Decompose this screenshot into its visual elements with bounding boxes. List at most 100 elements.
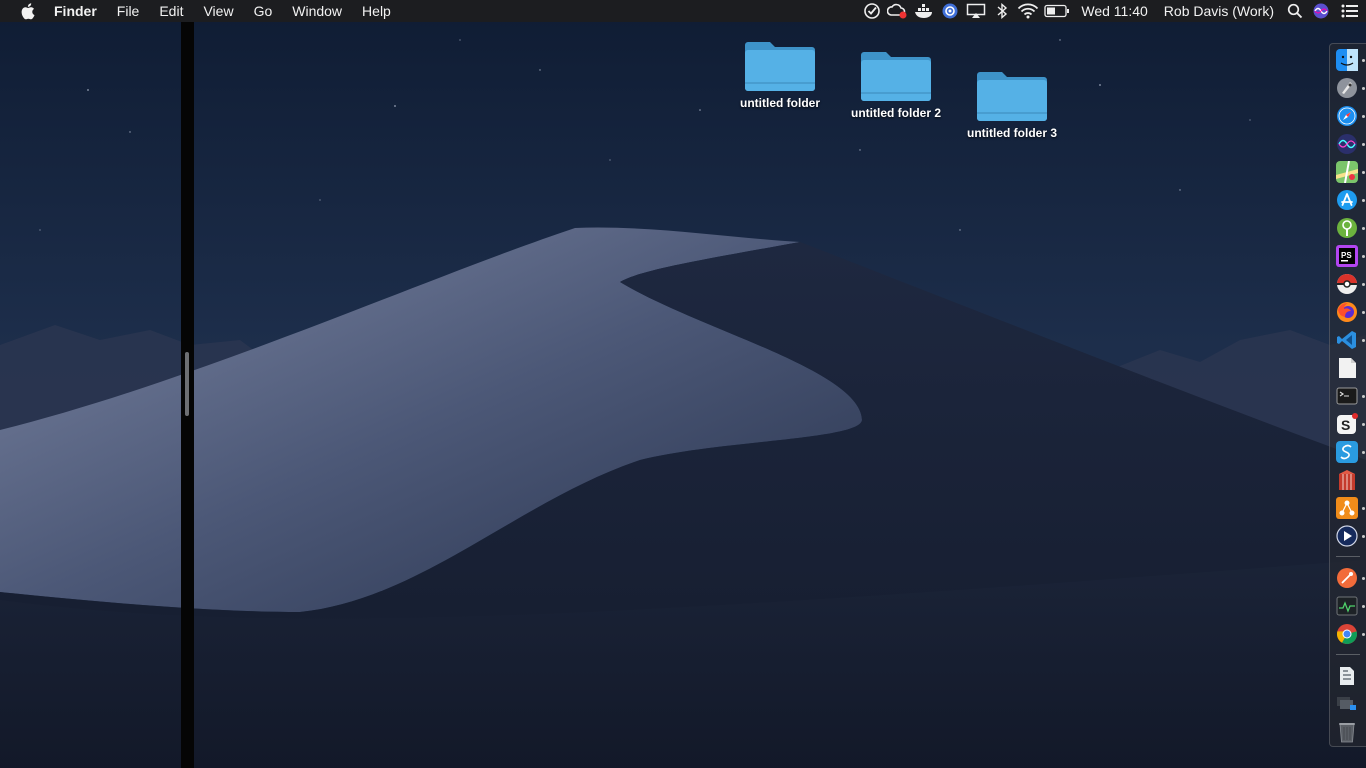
- running-indicator: [1362, 227, 1365, 230]
- dock-item-maps[interactable]: [1335, 160, 1359, 184]
- dock-item-share[interactable]: [1335, 496, 1359, 520]
- menu-go[interactable]: Go: [244, 0, 283, 22]
- bluetooth-icon[interactable]: [989, 0, 1015, 22]
- running-indicator: [1362, 535, 1365, 538]
- folder-icon: [745, 42, 815, 91]
- dock-item-postman[interactable]: [1335, 566, 1359, 590]
- dock-item-archive[interactable]: [1335, 468, 1359, 492]
- airplay-icon[interactable]: [963, 0, 989, 22]
- dock-item-chrome[interactable]: [1335, 622, 1359, 646]
- running-indicator: [1362, 283, 1365, 286]
- dock-item-trash[interactable]: [1335, 720, 1359, 744]
- running-indicator: [1362, 311, 1365, 314]
- running-indicator: [1362, 59, 1365, 62]
- running-indicator: [1362, 87, 1365, 90]
- safari-icon: [1337, 106, 1357, 126]
- desktop-folder-untitled-folder-3[interactable]: untitled folder 3: [947, 66, 1077, 140]
- menu-clock[interactable]: Wed 11:40: [1073, 0, 1155, 22]
- menu-edit[interactable]: Edit: [149, 0, 193, 22]
- dock-item-sourcetree[interactable]: [1335, 216, 1359, 240]
- running-indicator: [1362, 255, 1365, 258]
- split-view-divider[interactable]: [181, 22, 194, 768]
- folder-label: untitled folder 2: [851, 106, 941, 120]
- sequel-icon: [1336, 441, 1358, 463]
- folder-icon: [861, 52, 931, 101]
- phpstorm-icon: PS: [1336, 245, 1358, 267]
- running-indicator: [1362, 633, 1365, 636]
- spotlight-search-icon[interactable]: [1282, 0, 1308, 22]
- battery-icon[interactable]: [1041, 0, 1073, 22]
- postman-icon: [1337, 568, 1357, 588]
- dock-separator: [1336, 654, 1360, 655]
- siri-icon[interactable]: [1308, 0, 1334, 22]
- menu-help[interactable]: Help: [352, 0, 401, 22]
- dock-item-app-store[interactable]: [1335, 188, 1359, 212]
- running-indicator: [1362, 507, 1365, 510]
- sourcetree-icon: [1337, 218, 1357, 238]
- svg-text:S: S: [1341, 417, 1350, 433]
- running-indicator: [1362, 339, 1365, 342]
- activity-monitor-icon: [1336, 596, 1358, 616]
- dock-item-finder[interactable]: [1335, 48, 1359, 72]
- app-store-icon: [1337, 190, 1357, 210]
- video-player-icon: [1336, 525, 1358, 547]
- firefox-icon: [1337, 302, 1357, 322]
- running-indicator: [1362, 143, 1365, 146]
- running-indicator: [1362, 451, 1365, 454]
- desktop-folder-untitled-folder-2[interactable]: untitled folder 2: [831, 46, 961, 120]
- dock-item-siri[interactable]: [1335, 132, 1359, 156]
- dock-item-launchpad[interactable]: [1335, 76, 1359, 100]
- running-indicator: [1362, 171, 1365, 174]
- dock-item-slack[interactable]: S: [1335, 412, 1359, 436]
- dock-item-firefox[interactable]: [1335, 300, 1359, 324]
- running-indicator: [1362, 423, 1365, 426]
- running-indicator: [1362, 605, 1365, 608]
- dock-item-phpstorm[interactable]: PS: [1335, 244, 1359, 268]
- running-indicator: [1362, 577, 1365, 580]
- dock-item-terminal[interactable]: [1335, 384, 1359, 408]
- running-indicator: [1362, 115, 1365, 118]
- finder-icon: [1336, 49, 1358, 71]
- dock-item-pokeball[interactable]: [1335, 272, 1359, 296]
- menu-bar: Finder File Edit View Go Window Help Wed…: [0, 0, 1366, 22]
- dock-item-window-stack[interactable]: [1335, 692, 1359, 716]
- downloads-icon: [1340, 667, 1354, 685]
- dock-item-document[interactable]: [1335, 356, 1359, 380]
- dock-item-sequel[interactable]: [1335, 440, 1359, 464]
- task-check-icon[interactable]: [859, 0, 885, 22]
- cloud-sync-icon[interactable]: [937, 0, 963, 22]
- dock-item-downloads[interactable]: [1335, 664, 1359, 688]
- docker-icon[interactable]: [911, 0, 937, 22]
- desktop-wallpaper: [0, 0, 1366, 768]
- menu-app-finder[interactable]: Finder: [54, 0, 107, 22]
- vscode-icon: [1337, 331, 1356, 349]
- running-indicator: [1362, 199, 1365, 202]
- folder-label: untitled folder: [740, 96, 820, 110]
- menu-view[interactable]: View: [193, 0, 243, 22]
- trash-icon: [1339, 723, 1355, 743]
- slack-icon: S: [1337, 413, 1358, 434]
- launchpad-icon: [1337, 78, 1357, 98]
- menu-window[interactable]: Window: [282, 0, 352, 22]
- maps-icon: [1336, 161, 1358, 183]
- siri-icon: [1337, 134, 1357, 154]
- dock-item-safari[interactable]: [1335, 104, 1359, 128]
- share-icon: [1336, 497, 1358, 519]
- creative-cloud-icon[interactable]: [885, 0, 911, 22]
- menu-file[interactable]: File: [107, 0, 150, 22]
- folder-label: untitled folder 3: [967, 126, 1057, 140]
- dock-item-vscode[interactable]: [1335, 328, 1359, 352]
- user-account-menu[interactable]: Rob Davis (Work): [1156, 0, 1282, 22]
- chrome-icon: [1336, 624, 1358, 645]
- dock-item-video-player[interactable]: [1335, 524, 1359, 548]
- apple-menu-icon[interactable]: [0, 2, 54, 20]
- archive-icon: [1339, 470, 1355, 490]
- folder-icon: [977, 72, 1047, 121]
- desktop-folder-untitled-folder[interactable]: untitled folder: [715, 36, 845, 110]
- svg-text:PS: PS: [1341, 251, 1352, 260]
- notification-center-icon[interactable]: [1334, 0, 1366, 22]
- wifi-icon[interactable]: [1015, 0, 1041, 22]
- dock-item-activity-monitor[interactable]: [1335, 594, 1359, 618]
- split-view-resize-handle[interactable]: [185, 352, 189, 416]
- terminal-icon: [1336, 387, 1358, 405]
